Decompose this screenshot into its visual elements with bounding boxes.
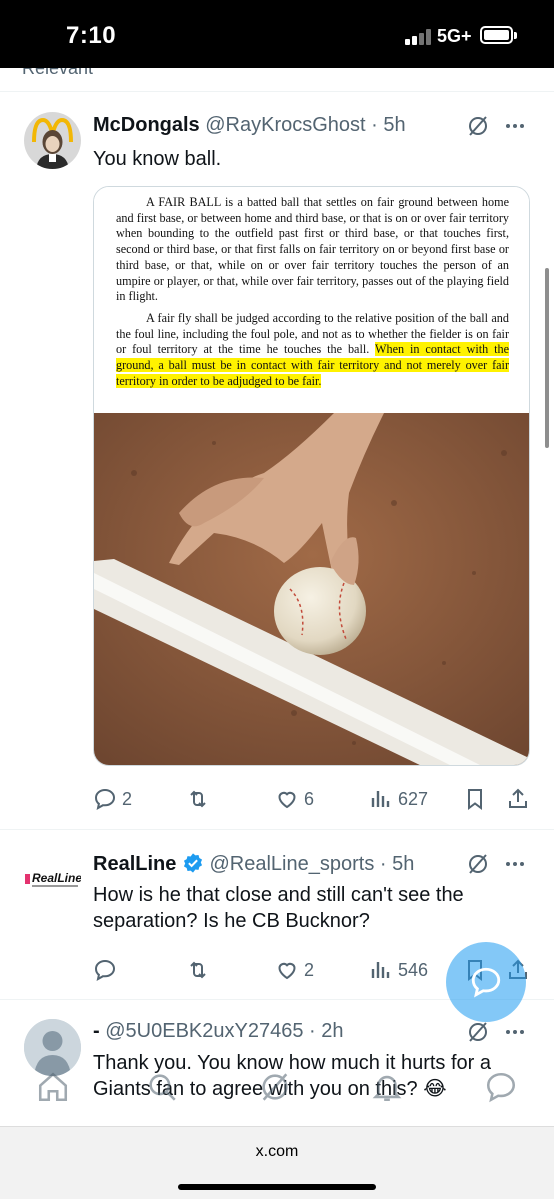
view-count: 627 xyxy=(398,788,429,809)
home-icon[interactable] xyxy=(36,1070,70,1104)
bookmark-icon xyxy=(468,789,482,810)
rulebook-excerpt: A FAIR BALL is a batted ball that settle… xyxy=(94,187,529,413)
verified-badge-icon xyxy=(183,853,202,873)
compose-button[interactable] xyxy=(446,942,526,1022)
cutoff-label: Relevant xyxy=(22,68,94,78)
reply-count: 2 xyxy=(122,788,133,809)
like-button[interactable]: 6 xyxy=(275,784,314,814)
tweet-media[interactable]: A FAIR BALL is a batted ball that settle… xyxy=(93,186,530,766)
views-button[interactable]: 546 xyxy=(369,955,428,985)
tweet-header: RealLine @RealLine_sports · 5h xyxy=(93,852,414,876)
bookmark-button[interactable] xyxy=(463,784,487,814)
share-icon xyxy=(509,788,527,808)
reply-icon xyxy=(94,788,116,810)
previous-item-cutoff: Relevant xyxy=(0,68,554,92)
display-name[interactable]: - xyxy=(93,1020,100,1042)
status-time: 7:10 xyxy=(66,22,117,49)
status-bar: 7:10 5G+ xyxy=(0,0,554,68)
user-handle[interactable]: @RealLine_sports xyxy=(209,853,374,875)
avatar[interactable] xyxy=(24,112,81,169)
more-options-icon[interactable] xyxy=(503,114,527,138)
more-options-icon[interactable] xyxy=(503,852,527,876)
heart-icon xyxy=(278,791,296,809)
bottom-navigation xyxy=(0,1060,554,1120)
rule-paragraph-2: A fair fly shall be judged according to … xyxy=(116,311,510,390)
home-indicator[interactable] xyxy=(178,1184,376,1190)
retweet-button[interactable] xyxy=(186,784,215,814)
views-icon xyxy=(371,791,390,807)
avatar-text: RealLine xyxy=(32,871,81,885)
tweet-text: How is he that close and still can't see… xyxy=(93,884,464,932)
browser-url-bar[interactable]: x.com xyxy=(0,1126,554,1199)
reply-icon xyxy=(94,959,116,981)
display-name[interactable]: McDongals xyxy=(93,114,200,136)
ball-on-foul-line-photo xyxy=(94,413,529,765)
retweet-icon xyxy=(190,790,206,808)
reply-button[interactable] xyxy=(93,955,122,985)
tweet-time[interactable]: · 5h xyxy=(380,853,414,875)
notifications-icon[interactable] xyxy=(370,1070,404,1104)
like-count: 2 xyxy=(304,959,315,980)
search-icon[interactable] xyxy=(145,1070,179,1104)
cellular-signal-icon xyxy=(405,29,433,45)
grok-icon[interactable] xyxy=(466,852,490,876)
tweet[interactable]: McDongals @RayKrocsGhost · 5h You know b… xyxy=(0,92,554,830)
user-handle[interactable]: @RayKrocsGhost xyxy=(205,114,365,136)
tweet-header: McDongals @RayKrocsGhost · 5h xyxy=(93,114,406,137)
reply-button[interactable]: 2 xyxy=(93,784,132,814)
share-button[interactable] xyxy=(506,784,530,814)
battery-icon xyxy=(480,26,517,44)
heart-icon xyxy=(278,962,296,980)
grok-icon[interactable] xyxy=(466,1020,490,1044)
network-type: 5G+ xyxy=(437,26,472,46)
views-button[interactable]: 627 xyxy=(369,784,428,814)
display-name[interactable]: RealLine xyxy=(93,853,176,875)
grok-nav-icon[interactable] xyxy=(258,1070,292,1104)
like-count: 6 xyxy=(304,788,315,809)
like-button[interactable]: 2 xyxy=(275,955,314,985)
views-icon xyxy=(371,962,390,978)
user-handle[interactable]: @5U0EBK2uxY27465 xyxy=(105,1020,303,1042)
tweet-text: You know ball. xyxy=(93,148,222,170)
tweet-header: - @5U0EBK2uxY27465 · 2h xyxy=(93,1020,343,1043)
retweet-icon xyxy=(190,961,206,979)
grok-icon[interactable] xyxy=(466,114,490,138)
url-text[interactable]: x.com xyxy=(0,1143,554,1161)
messages-icon[interactable] xyxy=(484,1070,518,1104)
retweet-button[interactable] xyxy=(186,955,215,985)
tweet-time[interactable]: · 5h xyxy=(371,114,405,136)
avatar[interactable]: RealLine xyxy=(24,850,81,907)
more-options-icon[interactable] xyxy=(503,1020,527,1044)
view-count: 546 xyxy=(398,959,429,980)
rule-paragraph: A FAIR BALL is a batted ball that settle… xyxy=(116,195,509,304)
compose-reply-icon xyxy=(471,967,501,998)
tweet-time[interactable]: · 2h xyxy=(309,1020,343,1042)
tweet-actions: 2 6 627 xyxy=(93,784,533,814)
